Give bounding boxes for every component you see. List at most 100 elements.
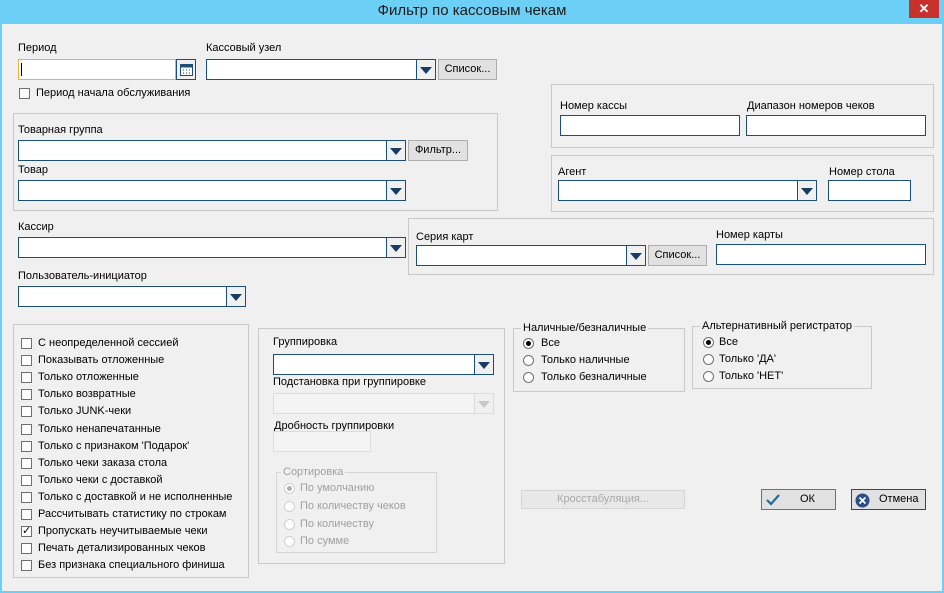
- option-checkbox[interactable]: [21, 491, 32, 503]
- register-number-label: Номер кассы: [560, 100, 627, 112]
- option-checkbox-label: Только JUNK-чеки: [38, 405, 132, 418]
- option-checkbox-label: Пропускать неучитываемые чеки: [38, 525, 208, 538]
- option-checkbox[interactable]: [21, 406, 32, 418]
- ok-label: ОК: [800, 493, 815, 505]
- window-title: Фильтр по кассовым чекам: [377, 2, 567, 19]
- cash-node-select[interactable]: [206, 59, 417, 80]
- cancel-label: Отмена: [879, 493, 919, 505]
- product-filter-button[interactable]: Фильтр...: [408, 140, 468, 161]
- substitution-select: [273, 393, 475, 414]
- text-cursor: [21, 63, 22, 76]
- period-input[interactable]: [18, 59, 176, 80]
- product-label: Товар: [18, 164, 48, 176]
- alt-registrar-radio-label: Только 'НЕТ': [719, 370, 784, 382]
- alt-registrar-radio[interactable]: [703, 371, 714, 382]
- card-series-list-button[interactable]: Список...: [648, 245, 707, 266]
- card-series-label: Серия карт: [416, 231, 474, 243]
- initiator-label: Пользователь-инициатор: [18, 270, 147, 282]
- option-checkbox[interactable]: [21, 543, 32, 555]
- close-button[interactable]: ✕: [909, 0, 939, 18]
- option-checkbox-label: Только возвратные: [38, 388, 136, 401]
- option-checkbox-label: Только с доставкой и не исполненные: [38, 490, 233, 503]
- grouping-dropdown-arrow[interactable]: [474, 354, 494, 375]
- cancel-button[interactable]: Отмена: [851, 489, 926, 510]
- card-series-select[interactable]: [416, 245, 627, 266]
- option-checkbox[interactable]: [21, 389, 32, 401]
- cash-node-list-button[interactable]: Список...: [438, 59, 497, 80]
- grouping-select[interactable]: [273, 354, 475, 375]
- option-checkbox-label: Только с признаком 'Подарок': [38, 439, 190, 452]
- cashier-select[interactable]: [18, 237, 387, 258]
- alt-registrar-radio[interactable]: [703, 337, 714, 348]
- option-checkbox-label: С неопределенной сессией: [38, 337, 179, 349]
- product-group-label: Товарная группа: [18, 124, 103, 136]
- option-checkbox-label: Только чеки заказа стола: [38, 456, 168, 469]
- payment-radio[interactable]: [523, 338, 534, 349]
- table-number-label: Номер стола: [829, 166, 895, 178]
- option-checkbox-label: Рассчитывать статистику по строкам: [38, 508, 227, 520]
- agent-label: Агент: [558, 166, 587, 178]
- card-number-label: Номер карты: [716, 229, 783, 241]
- substitution-label: Подстановка при группировке: [273, 376, 426, 388]
- check-range-input[interactable]: [746, 115, 926, 136]
- option-checkbox[interactable]: [21, 423, 32, 435]
- agent-select[interactable]: [558, 180, 798, 201]
- option-checkbox[interactable]: [21, 560, 32, 572]
- payment-radio-label: Только безналичные: [541, 371, 647, 383]
- option-checkbox-label: Печать детализированных чеков: [38, 542, 206, 555]
- service-start-label: Период начала обслуживания: [36, 87, 191, 99]
- check-icon: [766, 494, 780, 506]
- agent-dropdown-arrow[interactable]: [797, 180, 817, 201]
- payment-radio[interactable]: [523, 372, 534, 383]
- ok-button[interactable]: ОК: [761, 489, 836, 510]
- check-range-label: Диапазон номеров чеков: [747, 100, 875, 112]
- option-checkbox[interactable]: [21, 338, 32, 349]
- cashier-dropdown-arrow[interactable]: [386, 237, 406, 258]
- payment-radio[interactable]: [523, 355, 534, 366]
- option-checkbox-label: Только отложенные: [38, 371, 139, 384]
- option-checkbox[interactable]: [21, 372, 32, 384]
- option-checkbox-label: Только ненапечатанные: [38, 422, 161, 435]
- cash-node-label: Кассовый узел: [206, 42, 282, 54]
- sort-radio-label: По количеству: [300, 517, 374, 530]
- cashier-label: Кассир: [18, 221, 54, 233]
- option-checkbox[interactable]: [21, 509, 32, 520]
- crosstab-button[interactable]: Кросстабуляция...: [521, 490, 685, 509]
- alt-registrar-radio-label: Все: [719, 336, 738, 348]
- sort-radio-label: По сумме: [300, 535, 350, 548]
- product-group-select[interactable]: [18, 140, 387, 161]
- initiator-dropdown-arrow[interactable]: [226, 286, 246, 307]
- option-checkbox-label: Показывать отложенные: [38, 354, 165, 367]
- product-group-dropdown-arrow[interactable]: [386, 140, 406, 161]
- alt-registrar-radio-label: Только 'ДА': [719, 353, 776, 365]
- register-number-input[interactable]: [560, 115, 740, 136]
- payment-label: Наличные/безналичные: [521, 322, 649, 334]
- sort-label: Сортировка: [281, 466, 346, 478]
- option-checkbox[interactable]: [21, 457, 32, 469]
- substitution-dropdown-arrow: [474, 393, 494, 414]
- card-number-input[interactable]: [716, 244, 926, 265]
- initiator-select[interactable]: [18, 286, 227, 307]
- cancel-icon: [855, 493, 870, 508]
- option-checkbox[interactable]: [21, 440, 32, 452]
- option-checkbox[interactable]: [21, 524, 32, 538]
- product-dropdown-arrow[interactable]: [386, 180, 406, 201]
- product-select[interactable]: [18, 180, 387, 201]
- granularity-input: [273, 431, 371, 452]
- alt-registrar-label: Альтернативный регистратор: [700, 320, 855, 332]
- sort-radio: [284, 500, 295, 512]
- calendar-button[interactable]: [176, 59, 196, 80]
- option-checkbox-label: Без признака специального финиша: [38, 559, 225, 572]
- table-number-input[interactable]: [828, 180, 911, 201]
- option-checkbox[interactable]: [21, 355, 32, 367]
- payment-radio-label: Все: [541, 337, 560, 349]
- service-start-checkbox[interactable]: [19, 88, 30, 99]
- option-checkbox[interactable]: [21, 474, 32, 486]
- sort-radio: [284, 518, 295, 530]
- card-series-dropdown-arrow[interactable]: [626, 245, 646, 266]
- alt-registrar-radio[interactable]: [703, 354, 714, 365]
- calendar-icon: [180, 64, 193, 76]
- sort-radio-label: По умолчанию: [300, 482, 375, 494]
- sort-radio: [284, 483, 295, 494]
- cash-node-dropdown-arrow[interactable]: [416, 59, 436, 80]
